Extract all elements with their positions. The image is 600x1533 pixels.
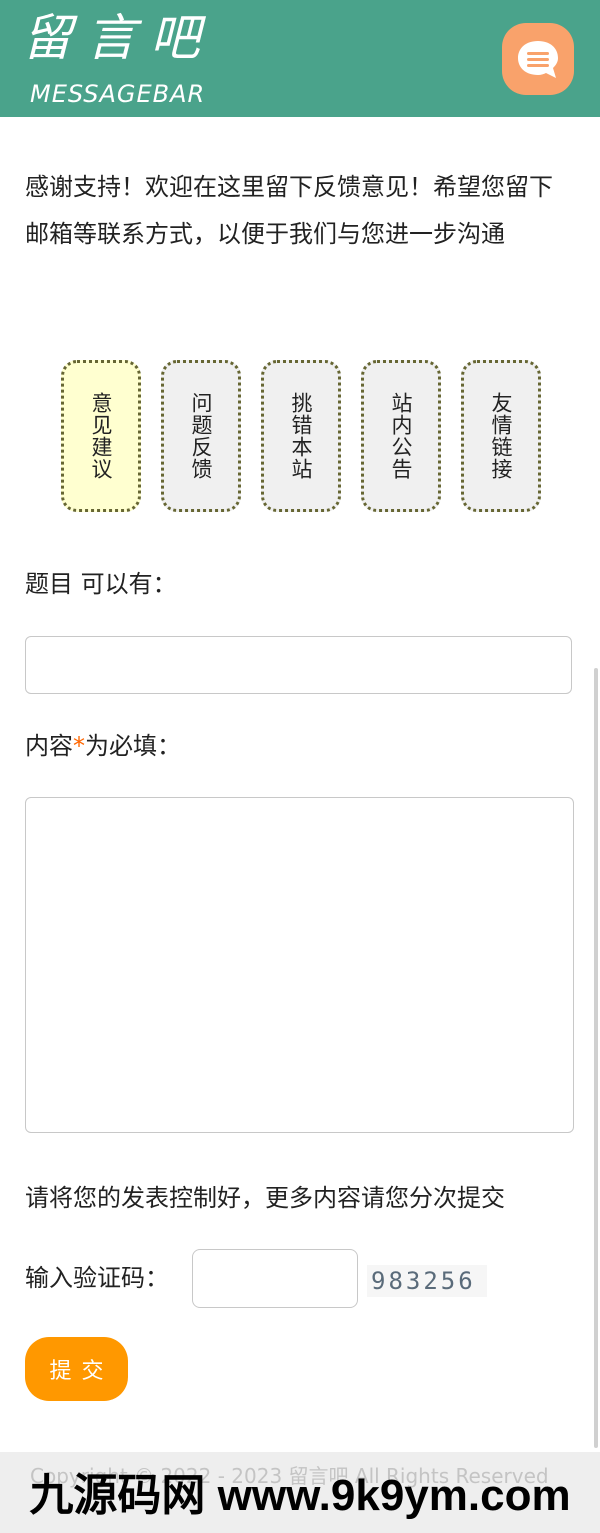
tab-label: 站内公告 [389,392,413,480]
length-notice: 请将您的发表控制好，更多内容请您分次提交 [25,1184,505,1212]
content-label: 内容*为必填： [25,730,181,762]
captcha-label: 输入验证码： [25,1264,169,1292]
site-logo[interactable]: 留言吧 [22,6,214,70]
site-logo-subtitle: MESSAGEBAR [30,80,206,108]
tab-issue-feedback[interactable]: 问题反馈 [161,360,241,512]
watermark: 九源码网 www.9k9ym.com [29,1471,571,1520]
submit-button[interactable]: 提交 [25,1337,128,1401]
required-mark: * [73,732,85,760]
content-label-text: 内容 [25,732,73,760]
captcha-text: 983256 [371,1267,476,1295]
tab-label: 友情链接 [489,392,513,480]
title-label: 题目 可以有： [25,570,177,598]
intro-text: 感谢支持！欢迎在这里留下反馈意见！希望您留下邮箱等联系方式，以便于我们与您进一步… [25,173,553,248]
tab-announcements[interactable]: 站内公告 [361,360,441,512]
tab-suggestions[interactable]: 意见建议 [61,360,141,512]
tab-report-errors[interactable]: 挑错本站 [261,360,341,512]
title-input[interactable] [25,636,572,694]
tab-label: 问题反馈 [189,392,213,480]
tab-friend-links[interactable]: 友情链接 [461,360,541,512]
chat-bubble-icon [518,41,558,78]
content-label-suffix: 为必填： [85,732,181,760]
content-textarea[interactable] [25,797,574,1133]
captcha-image[interactable]: 983256 [367,1265,487,1297]
captcha-input[interactable] [192,1249,358,1308]
tab-label: 挑错本站 [289,392,313,480]
tab-label: 意见建议 [89,392,113,480]
header-bar: 留言吧 MESSAGEBAR [0,0,600,117]
page-scrollbar[interactable] [594,668,598,1448]
message-button[interactable] [502,23,574,95]
